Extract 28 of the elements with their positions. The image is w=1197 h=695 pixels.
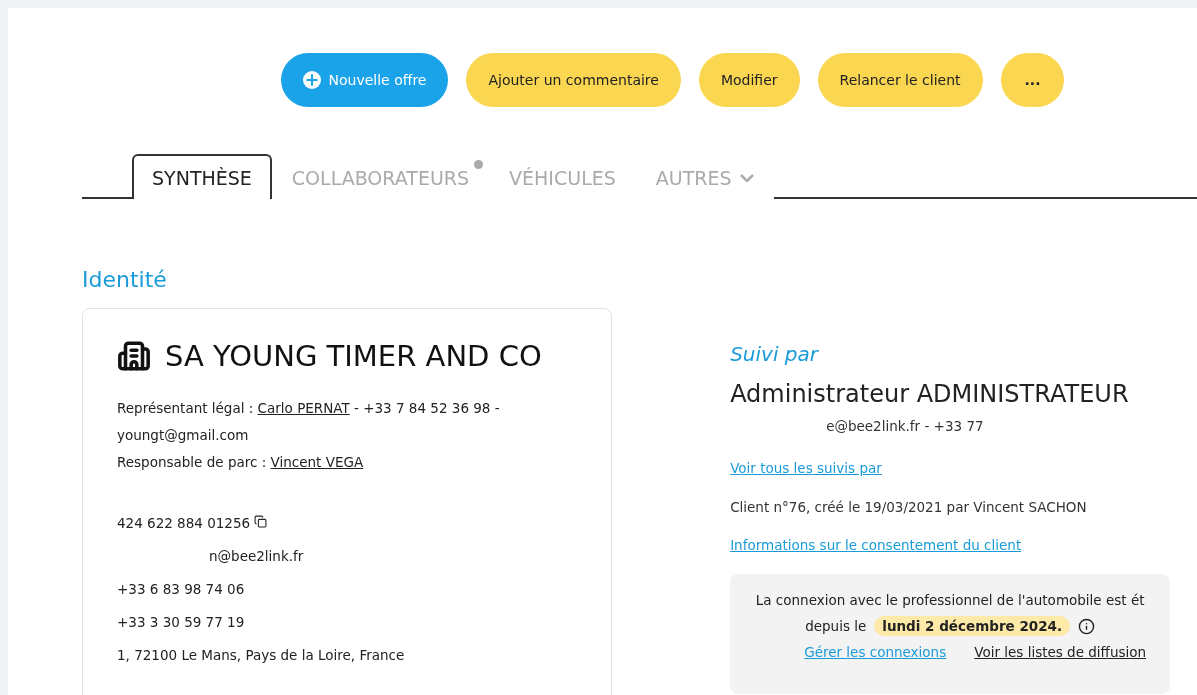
building-icon [117, 339, 151, 373]
more-button[interactable]: ... [1000, 53, 1065, 107]
email-text: n@bee2link.fr [208, 547, 305, 566]
fleet-manager-text: Responsable de parc : Vincent VEGA [117, 453, 365, 472]
action-button[interactable]: Ajouter un commentaire [466, 53, 681, 107]
info-icon[interactable] [1078, 617, 1096, 635]
section-title: Identité [82, 267, 168, 292]
phone-text: +33 6 83 98 74 06 [117, 580, 246, 599]
siret-text: 424 622 884 01256 [117, 515, 251, 531]
legal-representative-text: Représentant légal : Carlo PERNAT - +33 7 84 52 36 98 - youngt@gmail.com [117, 399, 501, 445]
company-name: SA YOUNG TIMER AND CO [165, 339, 542, 373]
followed-by-label: Suivi par [730, 342, 820, 366]
copy-icon[interactable] [254, 515, 268, 528]
connection-text: La connexion avec le professionnel de l'automobile est ét [755, 592, 1145, 608]
action-button[interactable]: Modifier [698, 53, 800, 107]
plus-icon [302, 71, 321, 89]
connection-link[interactable]: Voir les listes de diffusion [974, 644, 1147, 660]
date-highlight: lundi 2 décembre 2024. [874, 616, 1071, 636]
phone-text: +33 3 30 59 77 19 [117, 613, 246, 632]
since-text: depuis le [805, 618, 867, 634]
admin-name: Administrateur ADMINISTRATEUR [730, 380, 1130, 408]
person-link[interactable]: Carlo PERNAT [257, 400, 350, 416]
contact-text: e@bee2link.fr - +33 77 [825, 418, 985, 434]
client-info-text: Client n°76, créé le 19/03/2021 par Vincent SACHON [730, 499, 1088, 515]
person-link[interactable]: Vincent VEGA [270, 454, 364, 470]
tab[interactable]: SYNTHÈSE [132, 154, 272, 199]
action-button[interactable]: Relancer le client [817, 53, 983, 107]
address-text: 1, 72100 Le Mans, Pays de la Loire, France [117, 646, 406, 665]
